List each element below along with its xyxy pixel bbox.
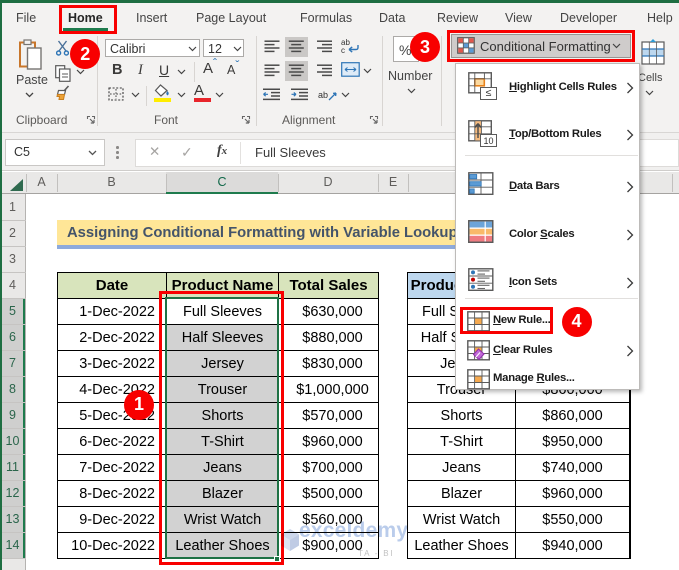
svg-text:ab: ab [318,90,328,100]
svg-text:c: c [341,46,345,54]
